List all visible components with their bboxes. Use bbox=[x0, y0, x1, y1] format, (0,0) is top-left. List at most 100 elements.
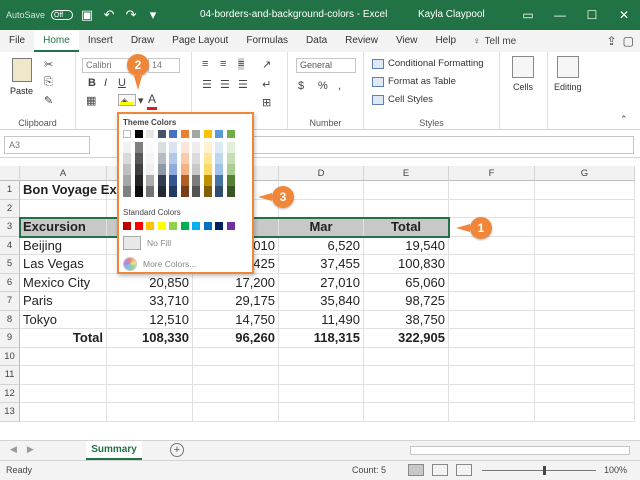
row-header-2[interactable]: 2 bbox=[0, 199, 20, 218]
cell[interactable] bbox=[535, 403, 635, 422]
normal-view-icon[interactable] bbox=[408, 464, 424, 476]
theme-color-shade[interactable] bbox=[226, 142, 235, 153]
theme-color-shade[interactable] bbox=[203, 164, 212, 175]
theme-color-shade[interactable] bbox=[192, 142, 200, 153]
accounting-format-icon[interactable]: $ bbox=[298, 80, 304, 92]
cell[interactable] bbox=[107, 366, 193, 385]
cell[interactable] bbox=[535, 255, 635, 274]
tell-me-search[interactable]: ♀ Tell me bbox=[473, 36, 516, 47]
cell[interactable] bbox=[107, 403, 193, 422]
cell[interactable] bbox=[20, 366, 107, 385]
collapse-ribbon-icon[interactable]: ⌃ bbox=[620, 114, 628, 125]
format-painter-icon[interactable]: ✎ bbox=[44, 94, 53, 107]
cell[interactable] bbox=[107, 384, 193, 403]
cell[interactable]: 108,330 bbox=[107, 329, 193, 348]
theme-color-shade[interactable] bbox=[146, 153, 154, 164]
row-header-5[interactable]: 5 bbox=[0, 255, 20, 274]
cell[interactable]: Bon Voyage Ex bbox=[20, 181, 117, 200]
row-header-13[interactable]: 13 bbox=[0, 403, 20, 422]
tab-file[interactable]: File bbox=[0, 30, 34, 52]
theme-color-shade[interactable] bbox=[169, 153, 177, 164]
cut-icon[interactable]: ✂ bbox=[44, 58, 53, 71]
tab-home[interactable]: Home bbox=[34, 30, 79, 52]
tab-view[interactable]: View bbox=[387, 30, 427, 52]
tab-draw[interactable]: Draw bbox=[122, 30, 163, 52]
cell[interactable] bbox=[449, 403, 535, 422]
merge-center-icon[interactable]: ⊞ bbox=[262, 96, 271, 109]
comments-icon[interactable]: ▢ bbox=[623, 34, 634, 48]
sheet-tab-summary[interactable]: Summary bbox=[86, 441, 142, 460]
column-header-d[interactable]: D bbox=[279, 166, 364, 181]
theme-color-shade[interactable] bbox=[123, 186, 131, 197]
customize-qat-icon[interactable]: ▾ bbox=[145, 7, 161, 23]
theme-color-shade[interactable] bbox=[192, 186, 200, 197]
theme-color-shade[interactable] bbox=[215, 175, 223, 186]
ribbon-display-icon[interactable]: ▭ bbox=[512, 0, 544, 30]
align-middle-icon[interactable]: ≡ bbox=[220, 58, 226, 70]
more-colors-option[interactable]: More Colors... bbox=[123, 257, 196, 271]
row-header-8[interactable]: 8 bbox=[0, 310, 20, 329]
cell[interactable]: 118,315 bbox=[279, 329, 364, 348]
cell[interactable] bbox=[279, 366, 364, 385]
align-center-icon[interactable]: ☰ bbox=[220, 78, 230, 91]
theme-color-shade[interactable] bbox=[123, 175, 131, 186]
cell[interactable]: 12,510 bbox=[107, 310, 193, 329]
cell[interactable] bbox=[449, 199, 535, 218]
cell[interactable] bbox=[449, 310, 535, 329]
cell[interactable] bbox=[449, 384, 535, 403]
standard-color-swatch[interactable] bbox=[226, 222, 235, 230]
theme-color-shade[interactable] bbox=[157, 142, 166, 153]
cell[interactable]: 33,710 bbox=[107, 292, 193, 311]
close-icon[interactable]: ✕ bbox=[608, 0, 640, 30]
theme-color-shade[interactable] bbox=[203, 142, 212, 153]
theme-color-swatch[interactable] bbox=[157, 130, 166, 138]
tab-insert[interactable]: Insert bbox=[79, 30, 122, 52]
theme-color-shade[interactable] bbox=[157, 186, 166, 197]
theme-color-swatch[interactable] bbox=[169, 130, 177, 138]
italic-icon[interactable]: I bbox=[104, 77, 107, 89]
theme-color-shade[interactable] bbox=[123, 164, 131, 175]
row-header-6[interactable]: 6 bbox=[0, 273, 20, 292]
cell[interactable] bbox=[535, 366, 635, 385]
save-icon[interactable]: ▣ bbox=[79, 7, 95, 23]
name-box[interactable]: A3 bbox=[4, 136, 90, 154]
cell[interactable]: 14,750 bbox=[193, 310, 279, 329]
theme-color-shade[interactable] bbox=[226, 164, 235, 175]
cell[interactable]: Tokyo bbox=[20, 310, 107, 329]
standard-color-swatch[interactable] bbox=[180, 222, 189, 230]
theme-color-shade[interactable] bbox=[203, 175, 212, 186]
cell[interactable] bbox=[535, 347, 635, 366]
zoom-slider-thumb[interactable] bbox=[543, 466, 546, 475]
cell[interactable] bbox=[535, 181, 635, 200]
redo-icon[interactable]: ↷ bbox=[123, 7, 139, 23]
cell[interactable]: 322,905 bbox=[364, 329, 449, 348]
theme-color-shade[interactable] bbox=[226, 175, 235, 186]
paste-label[interactable]: Paste bbox=[10, 86, 33, 96]
cell[interactable] bbox=[535, 310, 635, 329]
standard-color-swatch[interactable] bbox=[203, 222, 212, 230]
orientation-icon[interactable]: ↗ bbox=[262, 58, 271, 71]
tab-review[interactable]: Review bbox=[336, 30, 387, 52]
font-color-icon[interactable]: A bbox=[148, 92, 156, 106]
cell[interactable]: 19,540 bbox=[364, 236, 449, 255]
theme-color-shade[interactable] bbox=[180, 164, 189, 175]
tab-page-layout[interactable]: Page Layout bbox=[163, 30, 237, 52]
cell[interactable]: Total bbox=[364, 218, 449, 237]
theme-color-swatch[interactable] bbox=[226, 130, 235, 138]
cell[interactable] bbox=[535, 273, 635, 292]
cell[interactable] bbox=[20, 384, 107, 403]
theme-color-shade[interactable] bbox=[180, 175, 189, 186]
zoom-slider[interactable] bbox=[482, 470, 596, 471]
page-break-view-icon[interactable] bbox=[456, 464, 472, 476]
cell[interactable] bbox=[20, 199, 107, 218]
theme-color-shade[interactable] bbox=[146, 186, 154, 197]
cell[interactable] bbox=[449, 181, 535, 200]
cell[interactable] bbox=[364, 181, 449, 200]
cell[interactable] bbox=[193, 366, 279, 385]
theme-color-shade[interactable] bbox=[192, 153, 200, 164]
theme-color-shade[interactable] bbox=[180, 186, 189, 197]
cell[interactable] bbox=[107, 347, 193, 366]
cell[interactable]: Mexico City bbox=[20, 273, 107, 292]
cell[interactable] bbox=[535, 384, 635, 403]
standard-color-swatch[interactable] bbox=[169, 222, 177, 230]
